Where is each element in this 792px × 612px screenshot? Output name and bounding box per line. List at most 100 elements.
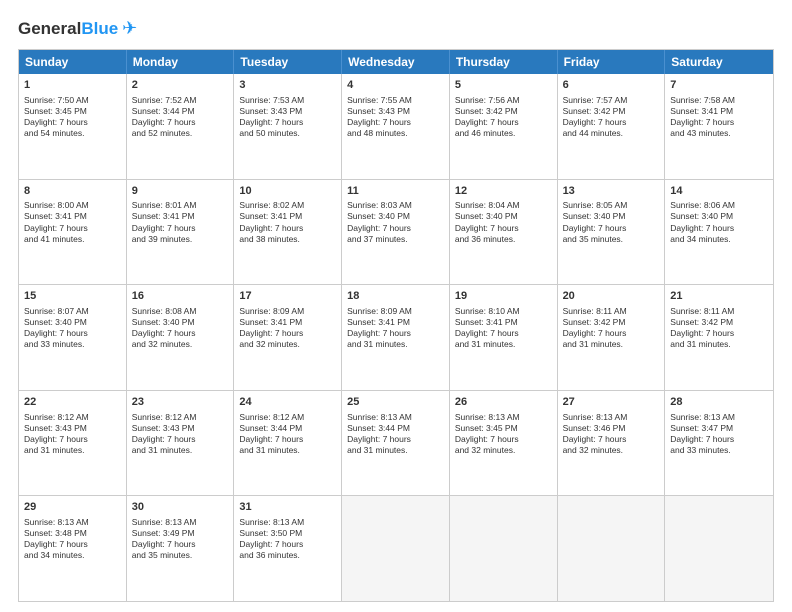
cell-info: Sunrise: 8:11 AMSunset: 3:42 PMDaylight:… — [670, 306, 768, 350]
day-number: 23 — [132, 395, 229, 410]
cell-line: Sunrise: 7:55 AM — [347, 95, 444, 106]
calendar-cell: 19Sunrise: 8:10 AMSunset: 3:41 PMDayligh… — [450, 285, 558, 390]
cell-line: and 35 minutes. — [132, 550, 229, 561]
calendar-cell: 15Sunrise: 8:07 AMSunset: 3:40 PMDayligh… — [19, 285, 127, 390]
cell-line: and 39 minutes. — [132, 234, 229, 245]
cell-line: and 32 minutes. — [132, 339, 229, 350]
cell-info: Sunrise: 7:53 AMSunset: 3:43 PMDaylight:… — [239, 95, 336, 139]
cell-line: Sunrise: 8:11 AM — [670, 306, 768, 317]
cell-info: Sunrise: 8:13 AMSunset: 3:47 PMDaylight:… — [670, 412, 768, 456]
cell-line: Sunset: 3:40 PM — [670, 211, 768, 222]
day-number: 28 — [670, 395, 768, 410]
cell-info: Sunrise: 8:13 AMSunset: 3:45 PMDaylight:… — [455, 412, 552, 456]
cell-line: Sunrise: 8:13 AM — [455, 412, 552, 423]
day-number: 31 — [239, 500, 336, 515]
cell-info: Sunrise: 8:13 AMSunset: 3:50 PMDaylight:… — [239, 517, 336, 561]
day-number: 24 — [239, 395, 336, 410]
cell-info: Sunrise: 8:09 AMSunset: 3:41 PMDaylight:… — [347, 306, 444, 350]
cell-info: Sunrise: 8:12 AMSunset: 3:43 PMDaylight:… — [24, 412, 121, 456]
day-number: 21 — [670, 289, 768, 304]
cell-line: Sunset: 3:40 PM — [563, 211, 660, 222]
cell-line: and 52 minutes. — [132, 128, 229, 139]
cell-line: Daylight: 7 hours — [24, 539, 121, 550]
cell-info: Sunrise: 7:55 AMSunset: 3:43 PMDaylight:… — [347, 95, 444, 139]
cell-line: Sunrise: 8:13 AM — [563, 412, 660, 423]
cell-info: Sunrise: 8:06 AMSunset: 3:40 PMDaylight:… — [670, 200, 768, 244]
day-number: 9 — [132, 184, 229, 199]
page: GeneralBlue ✈ SundayMondayTuesdayWednesd… — [0, 0, 792, 612]
cell-line: Sunrise: 8:13 AM — [132, 517, 229, 528]
cell-line: and 31 minutes. — [132, 445, 229, 456]
cell-line: Daylight: 7 hours — [455, 223, 552, 234]
cell-line: Sunrise: 8:01 AM — [132, 200, 229, 211]
cell-line: Daylight: 7 hours — [132, 223, 229, 234]
calendar-row-4: 22Sunrise: 8:12 AMSunset: 3:43 PMDayligh… — [19, 390, 773, 496]
cell-line: Sunset: 3:44 PM — [239, 423, 336, 434]
cell-line: Daylight: 7 hours — [132, 117, 229, 128]
calendar-cell: 30Sunrise: 8:13 AMSunset: 3:49 PMDayligh… — [127, 496, 235, 601]
cell-info: Sunrise: 7:57 AMSunset: 3:42 PMDaylight:… — [563, 95, 660, 139]
cell-line: Sunrise: 7:56 AM — [455, 95, 552, 106]
cell-line: and 31 minutes. — [563, 339, 660, 350]
cell-line: Daylight: 7 hours — [563, 434, 660, 445]
cell-line: Sunrise: 8:02 AM — [239, 200, 336, 211]
cell-line: Sunset: 3:45 PM — [24, 106, 121, 117]
cell-line: Daylight: 7 hours — [239, 223, 336, 234]
cell-line: Sunrise: 8:13 AM — [670, 412, 768, 423]
cell-line: Sunset: 3:41 PM — [132, 211, 229, 222]
cell-line: Sunrise: 8:12 AM — [239, 412, 336, 423]
cell-info: Sunrise: 8:07 AMSunset: 3:40 PMDaylight:… — [24, 306, 121, 350]
calendar-cell: 28 Sunrise: 8:13 AMSunset: 3:47 PMDayligh… — [665, 391, 773, 496]
cell-line: and 32 minutes. — [455, 445, 552, 456]
day-number: 18 — [347, 289, 444, 304]
cell-line: Daylight: 7 hours — [670, 328, 768, 339]
cell-line: and 38 minutes. — [239, 234, 336, 245]
logo-text: GeneralBlue — [18, 19, 118, 39]
cell-line: Sunset: 3:45 PM — [455, 423, 552, 434]
cell-line: Sunset: 3:41 PM — [239, 317, 336, 328]
cell-info: Sunrise: 8:13 AMSunset: 3:46 PMDaylight:… — [563, 412, 660, 456]
day-number: 13 — [563, 184, 660, 199]
weekday-header-sunday: Sunday — [19, 50, 127, 74]
cell-info: Sunrise: 8:08 AMSunset: 3:40 PMDaylight:… — [132, 306, 229, 350]
cell-line: and 37 minutes. — [347, 234, 444, 245]
calendar-cell: 21 Sunrise: 8:11 AMSunset: 3:42 PMDayligh… — [665, 285, 773, 390]
cell-line: and 34 minutes. — [24, 550, 121, 561]
cell-line: Daylight: 7 hours — [24, 328, 121, 339]
header: GeneralBlue ✈ — [18, 18, 774, 39]
cell-line: Sunset: 3:41 PM — [455, 317, 552, 328]
cell-line: and 54 minutes. — [24, 128, 121, 139]
cell-line: Sunset: 3:44 PM — [347, 423, 444, 434]
cell-info: Sunrise: 7:52 AMSunset: 3:44 PMDaylight:… — [132, 95, 229, 139]
cell-line: Sunset: 3:40 PM — [347, 211, 444, 222]
cell-line: Sunset: 3:42 PM — [455, 106, 552, 117]
cell-line: and 31 minutes. — [24, 445, 121, 456]
cell-line: Sunset: 3:42 PM — [563, 106, 660, 117]
cell-line: and 35 minutes. — [563, 234, 660, 245]
calendar-cell: 14Sunrise: 8:06 AMSunset: 3:40 PMDayligh… — [665, 180, 773, 285]
cell-line: Sunrise: 8:08 AM — [132, 306, 229, 317]
calendar-cell: 23Sunrise: 8:12 AMSunset: 3:43 PMDayligh… — [127, 391, 235, 496]
calendar-cell: 12Sunrise: 8:04 AMSunset: 3:40 PMDayligh… — [450, 180, 558, 285]
calendar-cell: 7Sunrise: 7:58 AMSunset: 3:41 PMDaylight… — [665, 74, 773, 179]
cell-line: Sunrise: 8:13 AM — [24, 517, 121, 528]
cell-line: Sunrise: 7:57 AM — [563, 95, 660, 106]
calendar-row-3: 15Sunrise: 8:07 AMSunset: 3:40 PMDayligh… — [19, 284, 773, 390]
cell-line: Daylight: 7 hours — [132, 328, 229, 339]
day-number: 4 — [347, 78, 444, 93]
cell-line: Daylight: 7 hours — [563, 223, 660, 234]
cell-line: Daylight: 7 hours — [455, 328, 552, 339]
cell-line: Daylight: 7 hours — [24, 434, 121, 445]
calendar-body: 1Sunrise: 7:50 AMSunset: 3:45 PMDaylight… — [19, 74, 773, 601]
cell-line: and 32 minutes. — [239, 339, 336, 350]
cell-line: Sunset: 3:48 PM — [24, 528, 121, 539]
cell-info: Sunrise: 8:02 AMSunset: 3:41 PMDaylight:… — [239, 200, 336, 244]
cell-info: Sunrise: 8:00 AMSunset: 3:41 PMDaylight:… — [24, 200, 121, 244]
cell-line: Daylight: 7 hours — [132, 539, 229, 550]
cell-line: Daylight: 7 hours — [24, 223, 121, 234]
cell-line: and 43 minutes. — [670, 128, 768, 139]
calendar-cell: 13Sunrise: 8:05 AMSunset: 3:40 PMDayligh… — [558, 180, 666, 285]
cell-line: Daylight: 7 hours — [239, 434, 336, 445]
cell-line: and 46 minutes. — [455, 128, 552, 139]
calendar-cell: 24 Sunrise: 8:12 AMSunset: 3:44 PMDayligh… — [234, 391, 342, 496]
